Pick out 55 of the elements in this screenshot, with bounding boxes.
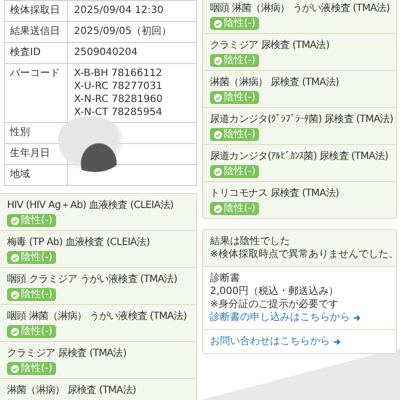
table-value: 2025/09/04 12:30 [74,4,165,17]
check-icon [214,94,222,102]
result-badge: 陰性(-) [210,54,260,67]
result-badge: 陰性(-) [7,214,56,227]
check-icon [11,290,19,298]
table-value: X-N-CT 78285954 [74,106,164,119]
test-name: 淋菌（淋病） 尿検査 (TMA法) [210,77,340,89]
check-icon [214,20,222,28]
table-label: 性別 [4,122,68,144]
arrow-icon [333,338,341,346]
table-label: 結果送信日 [4,22,68,42]
result-badge: 陰性(-) [210,128,260,141]
table-label: バーコード [4,64,68,122]
check-icon [214,56,222,64]
test-name: 咽頭 淋菌（淋病） うがい液検査 (TMA法) [7,311,188,323]
test-name: 咽頭 クラミジア うがい液検査 (TMA法) [7,274,178,286]
result-badge: 陰性(-) [210,91,260,104]
arrow-icon [353,314,361,322]
certificate-price: 2,000円（税込・郵送込み） [210,285,340,298]
test-name: クラミジア 尿検査 (TMA法) [210,40,330,52]
result-badge: 陰性(-) [7,288,56,301]
table-value: 2025/09/05（初回） [74,25,173,38]
table-value: X-N-RC 78281960 [74,93,164,106]
test-name: トリコモナス 尿検査 (TMA法) [210,188,340,200]
check-icon [11,254,19,262]
result-badge: 陰性(-) [7,362,56,375]
check-icon [11,364,19,372]
table-label: 地域 [4,164,68,186]
table-value: X-U-RC 78277031 [74,80,164,93]
table-value: X-B-BH 78166112 [74,67,164,80]
result-badge: 陰性(-) [210,202,260,215]
check-icon [214,130,222,138]
test-name: クラミジア 尿検査 (TMA法) [7,348,128,360]
contact-link[interactable]: お問い合わせはこちらから [210,335,341,348]
check-icon [214,204,222,212]
result-badge: 陰性(-) [210,17,260,30]
check-icon [11,216,19,224]
result-badge: 陰性(-) [210,165,260,178]
test-name: 梅毒 (TP Ab) 血液検査 (CLEIA法) [7,237,151,249]
summary-text: 結果は陰性でした [210,235,291,248]
table-value: 2509040204 [74,46,139,59]
certificate-title: 診断書 [210,272,241,285]
table-label: 検査ID [4,42,68,64]
table-label: 生年月日 [4,144,68,164]
check-icon [214,168,222,176]
table-label: 検体採取日 [4,0,68,22]
test-name: 尿道カンジタ(ｱﾙﾋﾞｶﾝｽ菌) 尿検査 (TMA法) [210,151,389,163]
check-icon [11,328,19,336]
result-badge: 陰性(-) [7,325,56,338]
certificate-note: ※身分証のご提示が必要です [210,298,340,311]
test-name: 咽頭 淋菌（淋病） うがい液検査 (TMA法) [210,3,389,15]
result-badge: 陰性(-) [7,251,56,264]
test-name: HIV (HIV Ag＋Ab) 血液検査 (CLEIA法) [7,200,174,212]
certificate-link[interactable]: 診断書の申し込みはこちらから [210,311,361,324]
test-name: 淋菌（淋病） 尿検査 (TMA法) [7,385,137,397]
